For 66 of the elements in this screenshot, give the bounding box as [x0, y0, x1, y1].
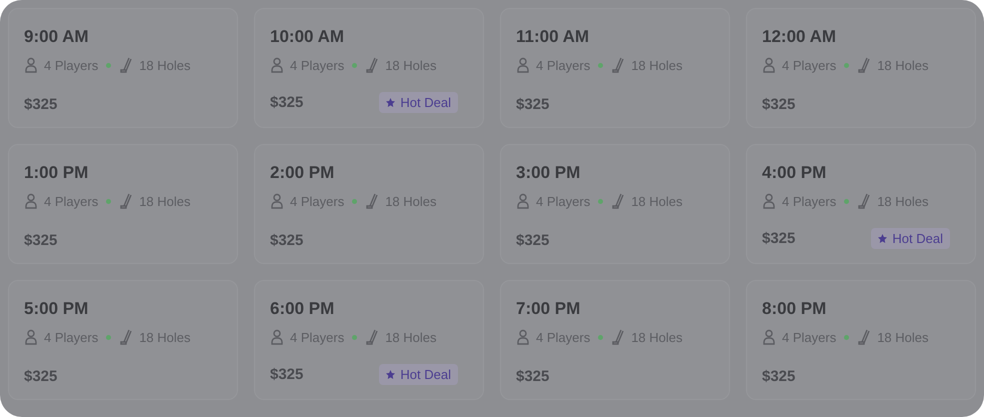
price: $325 — [270, 366, 304, 383]
golf-club-icon — [857, 193, 872, 209]
star-icon — [386, 98, 396, 107]
separator-dot — [844, 334, 850, 340]
price: $325 — [516, 96, 550, 113]
separator-dot — [106, 198, 112, 204]
separator-dot — [352, 198, 358, 204]
separator-dot — [844, 198, 850, 204]
person-icon — [516, 57, 530, 73]
price: $325 — [516, 368, 550, 385]
separator-dot — [844, 62, 850, 68]
price: $325 — [24, 232, 58, 249]
price: $325 — [24, 96, 58, 113]
tee-time: 3:00 PM — [516, 163, 582, 183]
price: $325 — [762, 96, 796, 113]
person-icon — [24, 329, 38, 345]
price: $325 — [516, 232, 550, 249]
person-icon — [270, 193, 284, 209]
price: $325 — [762, 368, 796, 385]
hot-deal-badge: Hot Deal — [379, 92, 458, 113]
golf-club-icon — [857, 57, 872, 73]
tee-time: 2:00 PM — [270, 163, 336, 183]
price: $325 — [24, 368, 58, 385]
hot-deal-badge: Hot Deal — [871, 228, 950, 249]
tee-time: 10:00 AM — [270, 27, 346, 47]
golf-club-icon — [611, 57, 626, 73]
price: $325 — [270, 94, 304, 111]
hot-deal-badge: Hot Deal — [379, 364, 458, 385]
separator-dot — [352, 334, 358, 340]
golf-club-icon — [365, 57, 380, 73]
golf-club-icon — [611, 193, 626, 209]
person-icon — [516, 329, 530, 345]
person-icon — [270, 57, 284, 73]
tee-time: 8:00 PM — [762, 299, 828, 319]
tee-time: 9:00 AM — [24, 27, 90, 47]
tee-time: 12:00 AM — [762, 27, 838, 47]
separator-dot — [598, 334, 604, 340]
person-icon — [762, 193, 776, 209]
separator-dot — [106, 62, 112, 68]
star-icon — [878, 234, 888, 243]
golf-club-icon — [119, 193, 134, 209]
price: $325 — [270, 232, 304, 249]
person-icon — [24, 57, 38, 73]
tee-time: 11:00 AM — [516, 27, 590, 47]
star-icon — [386, 370, 396, 379]
tee-time: 5:00 PM — [24, 299, 90, 319]
person-icon — [24, 193, 38, 209]
tee-time: 1:00 PM — [24, 163, 90, 183]
golf-club-icon — [365, 193, 380, 209]
tee-time: 6:00 PM — [270, 299, 336, 319]
tee-time: 7:00 PM — [516, 299, 582, 319]
person-icon — [762, 57, 776, 73]
separator-dot — [598, 198, 604, 204]
person-icon — [516, 193, 530, 209]
separator-dot — [598, 62, 604, 68]
tee-time: 4:00 PM — [762, 163, 828, 183]
person-icon — [762, 329, 776, 345]
person-icon — [270, 329, 284, 345]
golf-club-icon — [119, 329, 134, 345]
golf-club-icon — [365, 329, 380, 345]
separator-dot — [352, 62, 358, 68]
golf-club-icon — [611, 329, 626, 345]
golf-club-icon — [857, 329, 872, 345]
price: $325 — [762, 230, 796, 247]
separator-dot — [106, 334, 112, 340]
golf-club-icon — [119, 57, 134, 73]
